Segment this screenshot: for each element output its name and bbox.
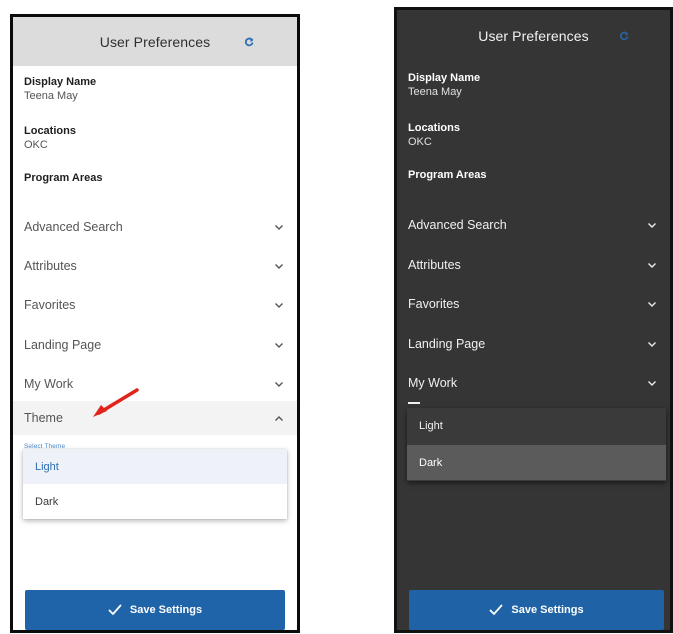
accordion-attributes[interactable]: Attributes	[397, 248, 670, 282]
preferences-header: User Preferences	[397, 10, 670, 62]
chevron-down-icon	[646, 259, 658, 271]
accordion-my-work[interactable]: My Work	[13, 367, 297, 401]
save-settings-label: Save Settings	[129, 604, 203, 616]
save-settings-label: Save Settings	[511, 604, 584, 616]
chevron-down-icon	[646, 377, 658, 389]
accordion-attributes[interactable]: Attributes	[13, 249, 297, 283]
light-theme-preferences-panel: User Preferences Display Name Teena May …	[10, 14, 300, 633]
save-settings-button[interactable]: Save Settings	[25, 590, 285, 630]
accordion-my-work[interactable]: My Work	[397, 366, 670, 400]
display-name-value: Teena May	[408, 86, 462, 98]
accordion-label: Attributes	[24, 259, 77, 273]
theme-option-dark[interactable]: Dark	[407, 445, 666, 480]
accordion-label: Landing Page	[408, 337, 486, 351]
theme-options-menu: Light Dark	[407, 408, 666, 481]
display-name-section: Display Name Teena May	[408, 72, 480, 99]
locations-value: OKC	[408, 136, 432, 148]
display-name-label: Display Name	[24, 76, 97, 88]
accordion-label: Advanced Search	[408, 218, 507, 232]
chevron-down-icon	[273, 299, 285, 311]
theme-option-light[interactable]: Light	[23, 449, 287, 484]
accordion-landing-page[interactable]: Landing Page	[397, 327, 670, 361]
chevron-down-icon	[273, 221, 285, 233]
accordion-label: Landing Page	[24, 338, 102, 352]
accordion-label: Favorites	[24, 298, 76, 312]
theme-options-menu: Light Dark	[23, 449, 287, 519]
hidden-theme-row-edge	[408, 402, 420, 404]
chevron-down-icon	[273, 339, 285, 351]
locations-label: Locations	[408, 122, 460, 134]
program-areas-section: Program Areas	[24, 172, 102, 185]
program-areas-section: Program Areas	[408, 169, 486, 182]
chevron-down-icon	[646, 219, 658, 231]
refresh-icon[interactable]	[618, 30, 630, 42]
accordion-favorites[interactable]: Favorites	[397, 287, 670, 321]
accordion-label: Advanced Search	[24, 220, 123, 234]
chevron-down-icon	[273, 378, 285, 390]
accordion-label: Attributes	[408, 258, 461, 272]
accordion-landing-page[interactable]: Landing Page	[13, 328, 297, 362]
chevron-down-icon	[273, 260, 285, 272]
program-areas-label: Program Areas	[408, 169, 487, 181]
check-icon	[108, 603, 122, 617]
locations-label: Locations	[24, 125, 76, 137]
refresh-icon[interactable]	[243, 36, 255, 48]
preferences-title: User Preferences	[478, 28, 589, 44]
program-areas-label: Program Areas	[24, 172, 103, 184]
chevron-up-icon	[273, 412, 285, 424]
locations-section: Locations OKC	[408, 122, 460, 149]
theme-option-light[interactable]: Light	[407, 408, 666, 443]
display-name-value: Teena May	[24, 90, 78, 102]
accordion-favorites[interactable]: Favorites	[13, 288, 297, 322]
dark-theme-preferences-panel: User Preferences Display Name Teena May …	[394, 7, 673, 633]
preferences-header: User Preferences	[13, 17, 297, 66]
theme-option-dark[interactable]: Dark	[23, 484, 287, 519]
display-name-label: Display Name	[408, 72, 481, 84]
accordion-advanced-search[interactable]: Advanced Search	[13, 210, 297, 244]
accordion-label: Favorites	[408, 297, 460, 311]
accordion-theme[interactable]: Theme	[13, 401, 297, 435]
locations-value: OKC	[24, 139, 48, 151]
chevron-down-icon	[646, 338, 658, 350]
save-settings-button[interactable]: Save Settings	[409, 590, 664, 630]
annotation-arrow-icon	[93, 388, 139, 417]
check-icon	[489, 603, 503, 617]
accordion-advanced-search[interactable]: Advanced Search	[397, 208, 670, 242]
accordion-label: My Work	[408, 376, 458, 390]
display-name-section: Display Name Teena May	[24, 76, 96, 103]
locations-section: Locations OKC	[24, 125, 76, 152]
chevron-down-icon	[646, 298, 658, 310]
preferences-title: User Preferences	[99, 33, 211, 50]
